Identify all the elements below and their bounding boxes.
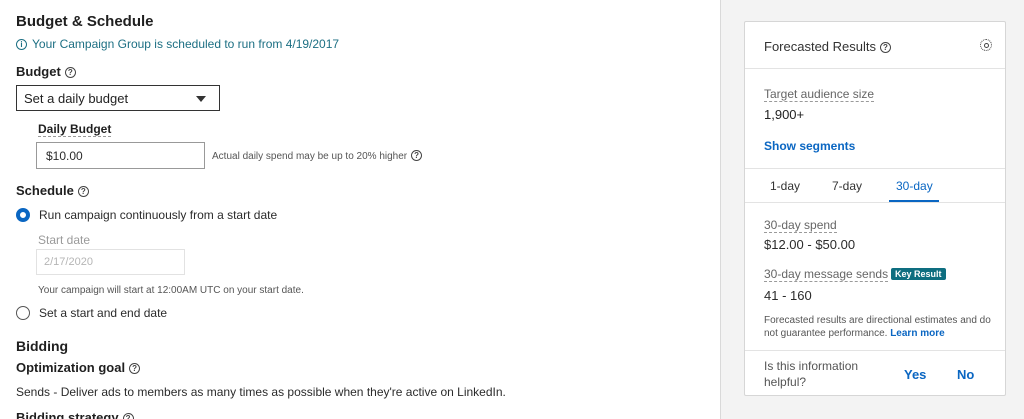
campaign-group-info: i Your Campaign Group is scheduled to run…: [16, 37, 339, 51]
daily-budget-label: Daily Budget: [38, 122, 112, 137]
audience-value: 1,900+: [764, 107, 805, 122]
forecast-title: Forecasted Results?: [764, 39, 891, 54]
sends-value: 41 - 160: [764, 288, 812, 303]
helpful-question: Is this information helpful?: [764, 358, 858, 390]
forecast-title-text: Forecasted Results: [764, 39, 876, 54]
tab-7-day[interactable]: 7-day: [832, 179, 862, 193]
budget-label-text: Budget: [16, 64, 61, 79]
help-icon[interactable]: ?: [411, 150, 423, 161]
forecast-disclaimer: Forecasted results are directional estim…: [764, 314, 991, 340]
audience-label: Target audience size: [764, 87, 875, 102]
daily-budget-value: $10.00: [46, 149, 83, 163]
helpful-line-1: Is this information: [764, 359, 859, 373]
spend-label: 30-day spend: [764, 218, 837, 233]
bidding-strategy-label-text: Bidding strategy: [16, 410, 119, 419]
info-icon: i: [16, 39, 27, 50]
daily-budget-input[interactable]: $10.00: [36, 142, 205, 169]
no-button[interactable]: No: [957, 367, 974, 382]
budget-label: Budget?: [16, 64, 76, 79]
daily-budget-hint-text: Actual daily spend may be up to 20% high…: [212, 151, 408, 162]
gear-icon[interactable]: [980, 39, 992, 51]
bidding-title: Bidding: [16, 338, 69, 354]
campaign-group-info-text: Your Campaign Group is scheduled to run …: [32, 37, 340, 51]
sends-label: 30-day message sends: [764, 267, 889, 282]
tab-30-day[interactable]: 30-day: [896, 179, 933, 193]
radio-start-end-date-label[interactable]: Set a start and end date: [39, 306, 167, 320]
schedule-label-text: Schedule: [16, 183, 74, 198]
optimization-goal-label-text: Optimization goal: [16, 360, 126, 375]
schedule-label: Schedule?: [16, 183, 89, 198]
chevron-down-icon: [196, 96, 206, 102]
help-icon[interactable]: ?: [122, 413, 134, 419]
tab-1-day[interactable]: 1-day: [770, 179, 800, 193]
start-date-value: 2/17/2020: [44, 256, 93, 268]
start-date-hint: Your campaign will start at 12:00AM UTC …: [38, 285, 304, 296]
learn-more-link[interactable]: Learn more: [890, 328, 944, 339]
budget-schedule-title: Budget & Schedule: [16, 13, 154, 30]
card-divider: [745, 350, 1005, 351]
budget-type-select[interactable]: Set a daily budget: [16, 85, 220, 111]
optimization-goal-text: Sends - Deliver ads to members as many t…: [16, 385, 506, 399]
start-date-input[interactable]: 2/17/2020: [36, 249, 185, 275]
disclaimer-line-1: Forecasted results are directional estim…: [764, 315, 991, 326]
helpful-line-2: helpful?: [764, 375, 807, 389]
bidding-strategy-label: Bidding strategy?: [16, 410, 134, 419]
key-result-badge: Key Result: [891, 268, 946, 280]
yes-button[interactable]: Yes: [904, 367, 926, 382]
disclaimer-line-2-text: not guarantee performance.: [764, 328, 888, 339]
help-icon[interactable]: ?: [880, 42, 891, 53]
help-icon[interactable]: ?: [129, 363, 141, 374]
card-divider: [745, 68, 1005, 69]
help-icon[interactable]: ?: [77, 186, 89, 197]
radio-run-continuously[interactable]: [16, 208, 30, 222]
radio-run-continuously-label[interactable]: Run campaign continuously from a start d…: [39, 208, 277, 222]
start-date-label: Start date: [38, 233, 91, 247]
show-segments-link[interactable]: Show segments: [764, 139, 855, 153]
budget-type-value: Set a daily budget: [24, 91, 129, 106]
forecast-card: Forecasted Results? Target audience size…: [744, 21, 1006, 396]
help-icon[interactable]: ?: [64, 67, 76, 78]
card-divider: [745, 168, 1005, 169]
tab-divider: [745, 202, 1005, 203]
radio-start-end-date[interactable]: [16, 306, 30, 320]
optimization-goal-label: Optimization goal?: [16, 360, 141, 375]
disclaimer-line-2: not guarantee performance. Learn more: [764, 327, 991, 340]
spend-value: $12.00 - $50.00: [764, 237, 856, 252]
daily-budget-hint: Actual daily spend may be up to 20% high…: [212, 150, 423, 162]
